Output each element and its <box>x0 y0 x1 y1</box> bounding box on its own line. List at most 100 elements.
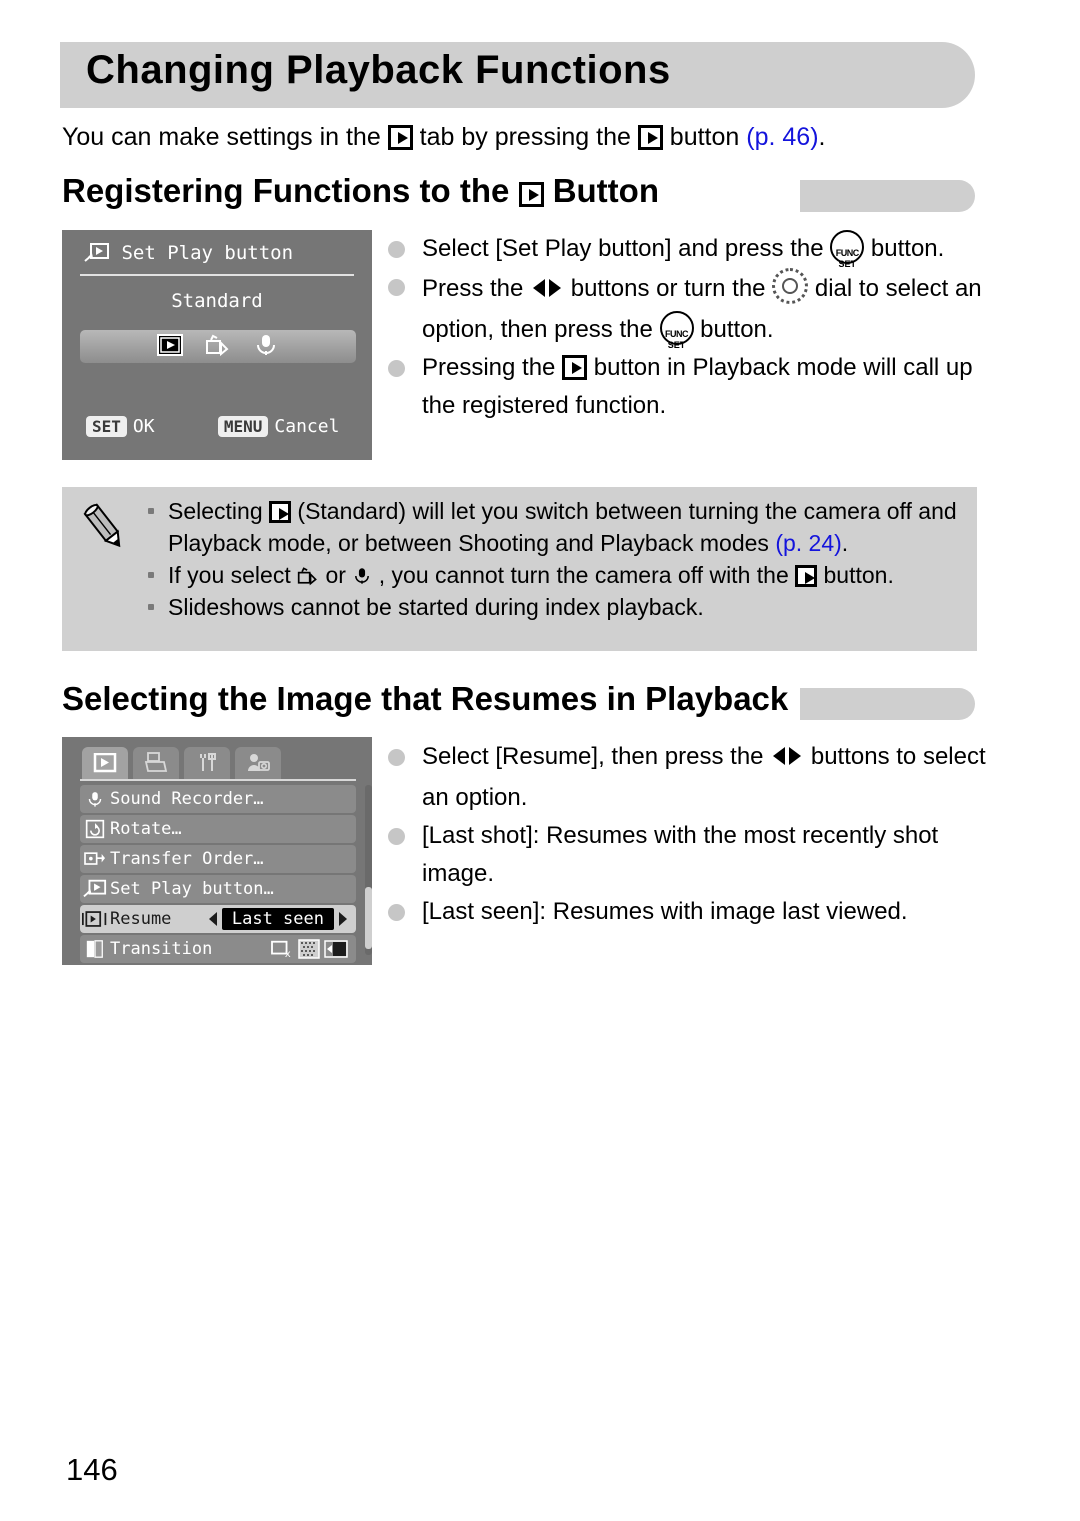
playback-icon <box>518 182 544 207</box>
menu-item-label: Transition <box>110 939 213 959</box>
lcd-header: Set Play button <box>84 242 293 264</box>
bullet-text: Pressing the <box>422 354 556 381</box>
dissolve-icon[interactable] <box>298 939 320 959</box>
manual-page: Changing Playback Functions You can make… <box>0 0 1080 1521</box>
table-row[interactable]: Set Play button… <box>80 875 356 903</box>
intro-text-3: button <box>669 123 740 151</box>
left-arrow-icon[interactable] <box>208 911 218 927</box>
table-row[interactable]: Rotate… <box>80 815 356 843</box>
transition-options[interactable]: x <box>270 937 348 961</box>
transition-icon <box>80 939 110 959</box>
slideshow-icon[interactable] <box>205 332 231 362</box>
wrench-screwdriver-icon <box>200 753 216 771</box>
section-heading-registering: Registering Functions to the Button <box>60 172 975 218</box>
playback-icon <box>93 753 117 773</box>
lcd-divider <box>80 274 354 276</box>
playback-icon <box>562 355 588 380</box>
menu-item-label: Set Play button… <box>110 879 274 899</box>
section2-instructions: Select [Resume], then press the buttons … <box>388 738 988 931</box>
section1-heading-after: Button <box>552 172 659 209</box>
my-camera-tab[interactable] <box>235 747 281 779</box>
page-title-bar: Changing Playback Functions <box>60 42 975 108</box>
intro-period: . <box>818 123 826 151</box>
playback-icon <box>795 565 818 587</box>
set-key[interactable]: SET <box>86 416 127 437</box>
list-item: Select [Set Play button] and press the F… <box>388 230 988 269</box>
settings-tab[interactable] <box>184 747 230 779</box>
control-dial-icon <box>772 268 809 304</box>
list-item: Pressing the button in Playback mode wil… <box>388 349 988 425</box>
menu-key-label: Cancel <box>274 416 340 437</box>
menu-item-label: Rotate… <box>110 819 182 839</box>
scrollbar-thumb[interactable] <box>365 887 372 949</box>
bullet-dot <box>388 360 405 377</box>
bullet-text: [Last seen]: Resumes with image last vie… <box>422 898 908 925</box>
rotate-icon <box>80 819 110 839</box>
note-list: Selecting (Standard) will let you switch… <box>146 495 966 623</box>
menu-item-label: Sound Recorder… <box>110 789 264 809</box>
section2-heading-text: Selecting the Image that Resumes in Play… <box>62 680 797 718</box>
table-row[interactable]: Sound Recorder… <box>80 785 356 813</box>
pencil-icon <box>83 503 121 548</box>
lcd-current-value: Standard <box>171 290 263 312</box>
table-row-selected[interactable]: Resume Last seen <box>80 905 356 933</box>
bullet-dot <box>388 904 405 921</box>
note-bullet <box>148 604 154 610</box>
page-reference-link[interactable]: (p. 46) <box>746 123 818 151</box>
resume-value-selector[interactable]: Last seen <box>208 907 348 931</box>
bullet-text: [Last shot]: Resumes with the most recen… <box>422 822 939 887</box>
bullet-text: Select [Set Play button] and press the <box>422 235 824 262</box>
print-tab[interactable] <box>133 747 179 779</box>
slideshow-icon <box>297 562 325 588</box>
playback-icon <box>269 501 292 523</box>
playback-icon[interactable] <box>157 332 183 362</box>
table-row[interactable]: Transfer Order… <box>80 845 356 873</box>
intro-text-1: You can make settings in the <box>62 123 381 151</box>
right-arrow-icon[interactable] <box>338 911 348 927</box>
page-reference-link[interactable]: (p. 24) <box>775 530 841 556</box>
resume-icon <box>80 910 110 928</box>
section1-heading-text: Registering Functions to the Button <box>62 172 667 210</box>
microphone-icon[interactable] <box>253 332 279 362</box>
bullet-dot <box>388 749 405 766</box>
left-right-arrows-icon <box>770 741 804 779</box>
menu-rows: Sound Recorder… Rotate… Transfer Order… … <box>80 785 356 965</box>
playback-icon <box>637 125 663 150</box>
resume-value: Last seen <box>221 908 334 930</box>
bullet-text: button. <box>700 316 774 343</box>
intro-paragraph: You can make settings in the tab by pres… <box>62 120 982 154</box>
list-item: Select [Resume], then press the buttons … <box>388 738 988 817</box>
note-text: If you select <box>168 562 291 588</box>
func-set-icon: FUNC SET <box>830 230 865 269</box>
page-title: Changing Playback Functions <box>86 48 671 92</box>
section1-heading-before: Registering Functions to the <box>62 172 510 209</box>
table-row[interactable]: Transition x <box>80 935 356 963</box>
microphone-icon <box>352 562 378 588</box>
func-set-icon: FUNC SET <box>659 311 694 350</box>
note-text: Slideshows cannot be started during inde… <box>168 594 704 620</box>
list-item: [Last seen]: Resumes with image last vie… <box>388 893 988 931</box>
intro-text-2: tab by pressing the <box>419 123 631 151</box>
note-text: , you cannot turn the camera off with th… <box>378 562 789 588</box>
bullet-text: Press the <box>422 275 524 302</box>
note-box: Selecting (Standard) will let you switch… <box>62 487 977 651</box>
heading-accent-bar <box>800 688 975 720</box>
menu-tabs <box>82 747 281 779</box>
scroll-icon[interactable] <box>324 939 348 959</box>
set-play-button-icon <box>84 243 109 262</box>
my-camera-icon <box>248 754 270 771</box>
print-icon <box>144 752 168 772</box>
note-bullet <box>148 572 154 578</box>
list-item: Press the buttons or turn the dial to se… <box>388 268 988 350</box>
note-text: Selecting <box>168 498 263 524</box>
playback-tab[interactable] <box>82 747 128 779</box>
bullet-dot <box>388 241 405 258</box>
bullet-text: buttons or turn the <box>570 275 766 302</box>
camera-screen-playback-menu: Sound Recorder… Rotate… Transfer Order… … <box>62 737 372 965</box>
off-icon[interactable]: x <box>270 939 294 959</box>
camera-screen-set-play-button: Set Play button Standard SET OK MENU Can… <box>62 230 372 460</box>
left-right-arrows-icon <box>530 273 564 311</box>
set-play-button-icon <box>80 879 110 899</box>
menu-key[interactable]: MENU <box>217 416 269 437</box>
section-heading-selecting: Selecting the Image that Resumes in Play… <box>60 680 975 726</box>
